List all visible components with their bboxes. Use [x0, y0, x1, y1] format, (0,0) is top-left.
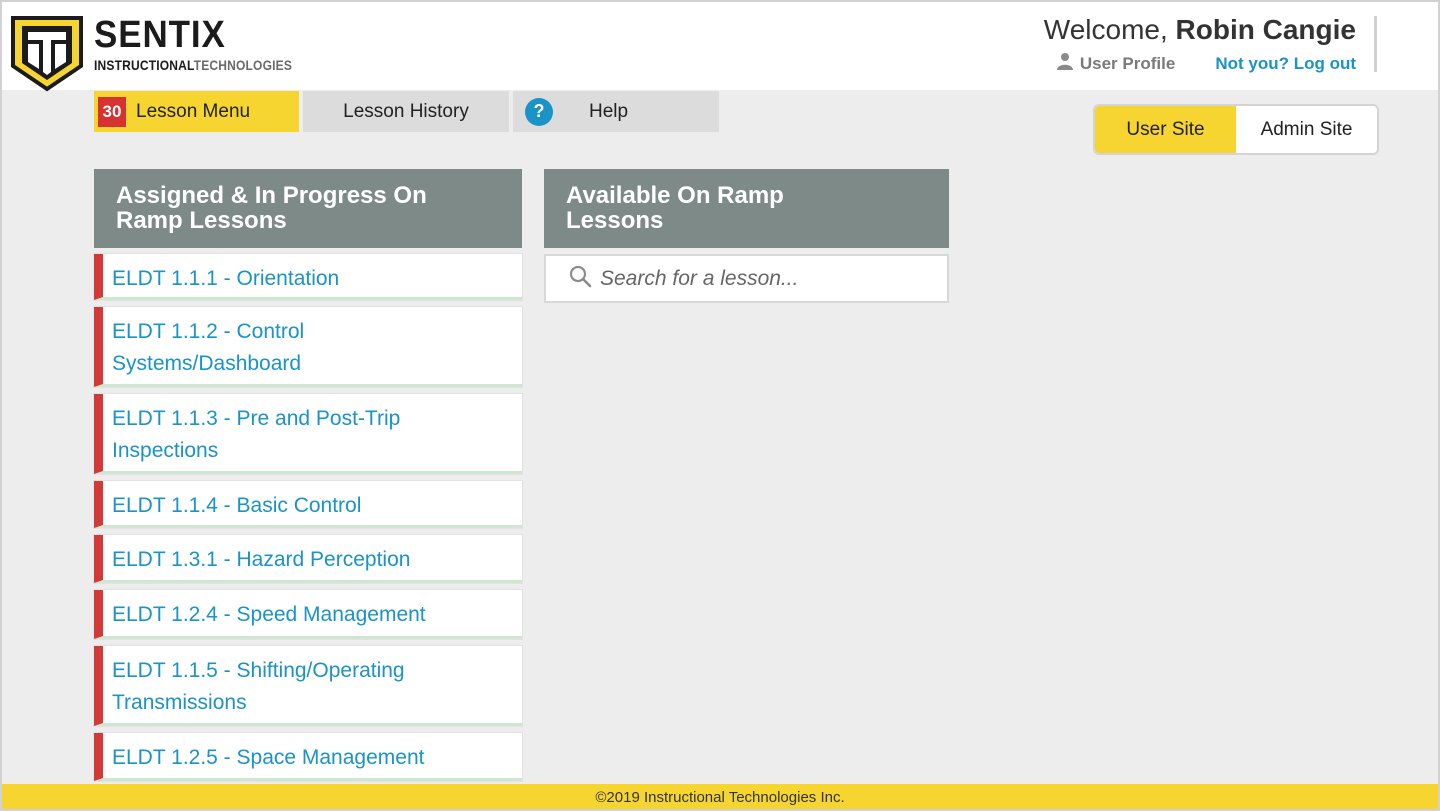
search-icon	[568, 264, 592, 293]
lesson-item[interactable]: ELDT 1.1.2 - Control Systems/Dashboard	[94, 307, 522, 387]
header-divider	[1374, 16, 1377, 72]
lesson-item[interactable]: ELDT 1.1.1 - Orientation	[94, 254, 522, 300]
header: SENTIX INSTRUCTIONALTECHNOLOGIES Welcome…	[2, 2, 1438, 92]
available-lessons-header: Available On Ramp Lessons	[544, 169, 949, 248]
tab-help-label: Help	[589, 100, 629, 122]
assigned-lessons-header: Assigned & In Progress On Ramp Lessons	[94, 169, 522, 248]
user-name: Robin Cangie	[1175, 14, 1356, 45]
app-frame: SENTIX INSTRUCTIONALTECHNOLOGIES Welcome…	[0, 0, 1440, 811]
user-profile-label: User Profile	[1079, 53, 1176, 73]
welcome-prefix: Welcome,	[1043, 14, 1176, 45]
site-switch: User Site Admin Site	[1093, 104, 1379, 155]
user-links: User Profile Not you? Log out	[1056, 52, 1356, 75]
assigned-lessons-list: ELDT 1.1.1 - Orientation ELDT 1.1.2 - Co…	[94, 254, 522, 788]
lesson-item[interactable]: ELDT 1.2.5 - Space Management	[94, 733, 522, 781]
lesson-item[interactable]: ELDT 1.1.4 - Basic Control	[94, 481, 522, 528]
tab-lesson-menu-label: Lesson Menu	[136, 100, 251, 122]
brand-subtitle-light: TECHNOLOGIES	[193, 57, 293, 73]
tab-lesson-history[interactable]: Lesson History	[303, 91, 509, 132]
admin-site-button[interactable]: Admin Site	[1236, 106, 1377, 153]
lesson-item[interactable]: ELDT 1.2.4 - Speed Management	[94, 590, 522, 639]
help-icon: ?	[525, 97, 553, 126]
lesson-item[interactable]: ELDT 1.3.1 - Hazard Perception	[94, 535, 522, 583]
sentix-logo-icon[interactable]	[10, 14, 84, 97]
copyright-text: ©2019 Instructional Technologies Inc.	[595, 789, 845, 806]
lesson-search-box	[544, 254, 949, 303]
welcome-message: Welcome, Robin Cangie	[1044, 14, 1356, 46]
main-nav: 30 Lesson Menu Lesson History ? Help	[94, 91, 723, 132]
tab-help[interactable]: ? Help	[513, 91, 719, 132]
logout-link[interactable]: Not you? Log out	[1215, 54, 1356, 74]
lesson-item[interactable]: ELDT 1.1.5 - Shifting/Operating Transmis…	[94, 646, 522, 726]
user-profile-link[interactable]: User Profile	[1056, 52, 1175, 75]
tab-lesson-menu[interactable]: 30 Lesson Menu	[94, 91, 299, 132]
footer: ©2019 Instructional Technologies Inc.	[2, 784, 1438, 809]
brand-subtitle-bold: INSTRUCTIONAL	[94, 57, 194, 73]
brand-name: SENTIX	[94, 14, 226, 56]
user-site-button[interactable]: User Site	[1095, 106, 1236, 153]
user-icon	[1056, 52, 1074, 75]
lesson-search-input[interactable]	[600, 266, 940, 291]
lesson-item[interactable]: ELDT 1.1.3 - Pre and Post-Trip Inspectio…	[94, 394, 522, 474]
lesson-count-badge: 30	[98, 96, 126, 127]
brand-subtitle: INSTRUCTIONALTECHNOLOGIES	[94, 57, 292, 73]
tab-lesson-history-label: Lesson History	[343, 100, 469, 122]
